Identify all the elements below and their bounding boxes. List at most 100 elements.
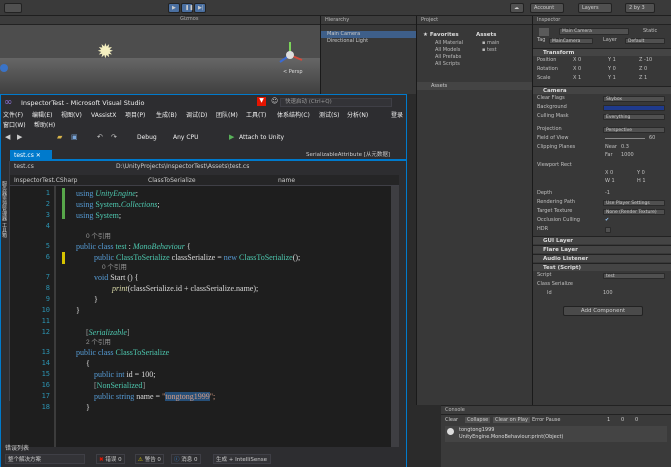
background-color-field[interactable] [603,105,665,111]
gui-layer-header[interactable]: GUI Layer [533,236,671,244]
audio-listener-header[interactable]: Audio Listener [533,254,671,262]
depth-value[interactable]: -1 [605,190,610,197]
console-error-pause-button[interactable]: Error Pause [532,417,560,423]
code-line[interactable]: print(classSerialize.id + classSerialize… [112,283,258,294]
favorite-item[interactable]: All Prefabs [435,54,463,61]
scene-view[interactable]: ✹ < Persp [0,16,320,96]
asset-item-main[interactable]: ▪ main [482,40,499,47]
favorite-item[interactable]: All Scripts [435,61,463,68]
near-value[interactable]: 0.3 [621,144,629,151]
viewport-y[interactable]: Y 0 [637,170,645,177]
left-tool-tabs[interactable]: 服务器资源管理器 工具箱 [1,181,8,238]
favorite-item[interactable]: All Material [435,40,463,47]
position-x[interactable]: X 0 [573,57,581,64]
selected-text[interactable]: tongtong1999 [165,392,210,401]
test-script-header[interactable]: Test (Script) [533,263,671,271]
login-link[interactable]: 登录 [391,111,403,121]
far-value[interactable]: 1000 [621,152,634,159]
code-editor[interactable]: 1 2 3 4 5 6 7 8 9 10 11 12 13 14 15 16 1… [10,186,399,447]
script-field[interactable]: test [603,273,665,279]
camera-header[interactable]: Camera [533,86,671,94]
layout-dropdown[interactable]: 2 by 3 [625,3,655,13]
rotation-y[interactable]: Y 0 [608,66,616,73]
reference-count[interactable]: 0 个引用 [86,232,111,241]
warnings-filter-button[interactable]: ⚠ 警告 0 [135,454,164,464]
code-line[interactable]: } [94,294,98,305]
viewport-h[interactable]: H 1 [637,178,646,185]
project-tab[interactable]: Project [417,16,532,25]
culling-mask-dropdown[interactable]: Everything [603,114,665,120]
code-line[interactable]: public class test : MonoBehaviour { [76,241,191,252]
vs-left-toolstrip[interactable]: 服务器资源管理器 工具箱 [1,161,10,401]
code-line[interactable]: using System.Collections; [76,199,160,210]
fov-slider[interactable] [605,138,645,139]
add-component-button[interactable]: Add Component [563,306,643,316]
code-line[interactable]: public ClassToSerialize classSerialize =… [94,252,300,263]
nav-project-dropdown[interactable]: InspectorTest.CSharp [14,177,77,184]
gizmos-dropdown[interactable]: Gizmos [180,16,198,22]
code-line[interactable]: [Serializable] [86,327,130,338]
hierarchy-item-directional-light[interactable]: Directional Light [321,38,416,45]
tab-serializable-attribute[interactable]: SerializableAttribute [从元数据] [306,150,406,161]
occlusion-checkbox[interactable]: ✔ [605,217,609,224]
asset-item-test[interactable]: ▪ test [482,47,499,54]
open-folder-icon[interactable]: ▰ [57,133,62,141]
build-filter-dropdown[interactable]: 生成 + IntelliSense [213,454,271,464]
scope-dropdown[interactable]: 整个解决方案 [5,454,85,464]
menu-file[interactable]: 文件(F) [3,111,23,121]
menu-vassistx[interactable]: VAssistX [91,111,116,121]
console-tab[interactable]: Console [441,406,671,415]
start-icon[interactable]: ▶ [229,133,234,141]
rendering-path-dropdown[interactable]: Use Player Settings [603,200,665,206]
menu-build[interactable]: 生成(B) [156,111,177,121]
console-error-count[interactable]: 0 [635,417,638,423]
assets-header[interactable]: Assets [476,32,496,38]
console-collapse-button[interactable]: Collapse [465,417,491,423]
tab-test-cs[interactable]: test.cs ✕ [10,150,52,161]
rotation-x[interactable]: X 0 [573,66,581,73]
save-icon[interactable]: ▣ [71,133,78,141]
account-dropdown[interactable]: Account [530,3,564,13]
nav-class-dropdown[interactable]: ClassToSerialize [148,177,196,184]
camera-object-icon[interactable] [0,64,8,72]
code-line[interactable]: public int id = 100; [94,369,155,380]
menu-team[interactable]: 团队(M) [216,111,238,121]
secondary-tab[interactable]: test.cs [14,163,34,170]
scale-z[interactable]: Z 1 [639,75,647,82]
clear-flags-dropdown[interactable]: Skybox [603,96,665,102]
transform-header[interactable]: Transform [533,48,671,56]
layers-dropdown[interactable]: Layers [578,3,612,13]
code-line[interactable]: using System; [76,210,121,221]
feedback-icon[interactable]: ☺ [271,97,278,105]
scale-x[interactable]: X 1 [573,75,581,82]
viewport-x[interactable]: X 0 [605,170,613,177]
code-line[interactable]: public string name = "tongtong1999"; [94,391,215,402]
hdr-checkbox[interactable] [605,227,611,233]
notification-icon[interactable]: ▼ [257,97,266,106]
play-button[interactable]: ▶ [168,3,180,13]
back-icon[interactable]: ◀ [5,133,10,141]
platform-dropdown[interactable]: Any CPU [173,134,199,141]
fov-value[interactable]: 60 [649,135,655,142]
menu-view[interactable]: 视图(V) [61,111,82,121]
redo-icon[interactable]: ↷ [111,133,117,141]
cloud-icon[interactable]: ☁ [510,3,524,13]
undo-icon[interactable]: ↶ [97,133,103,141]
inspector-tab[interactable]: Inspector [533,16,671,25]
console-clear-on-play-button[interactable]: Clear on Play [493,417,530,423]
favorites-label[interactable]: ★ Favorites [423,32,459,38]
code-line[interactable]: } [86,402,90,413]
console-warning-count[interactable]: 0 [621,417,624,423]
reference-count[interactable]: 0 个引用 [102,263,127,272]
code-line[interactable]: void Start () { [94,272,139,283]
console-log-entry[interactable]: tongtong1999 UnityEngine.MonoBehaviour:p… [445,426,667,442]
favorite-item[interactable]: All Models [435,47,463,54]
menu-project[interactable]: 项目(P) [125,111,145,121]
rotation-z[interactable]: Z 0 [639,66,647,73]
scale-y[interactable]: Y 1 [608,75,616,82]
id-value[interactable]: 100 [603,290,613,297]
position-z[interactable]: Z -10 [639,57,652,64]
layer-dropdown[interactable]: Default [625,38,665,44]
menu-tools[interactable]: 工具(T) [246,111,266,121]
attach-to-unity-button[interactable]: Attach to Unity [239,134,284,141]
